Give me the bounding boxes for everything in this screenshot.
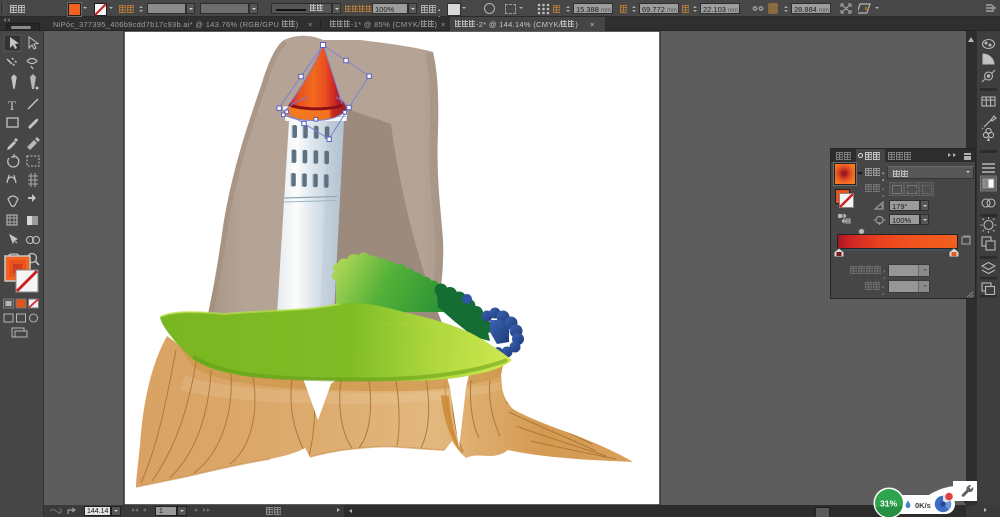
svg-text:31%: 31%: [880, 499, 898, 509]
svg-text:T: T: [8, 98, 16, 113]
svg-text:0K/s: 0K/s: [915, 501, 931, 510]
